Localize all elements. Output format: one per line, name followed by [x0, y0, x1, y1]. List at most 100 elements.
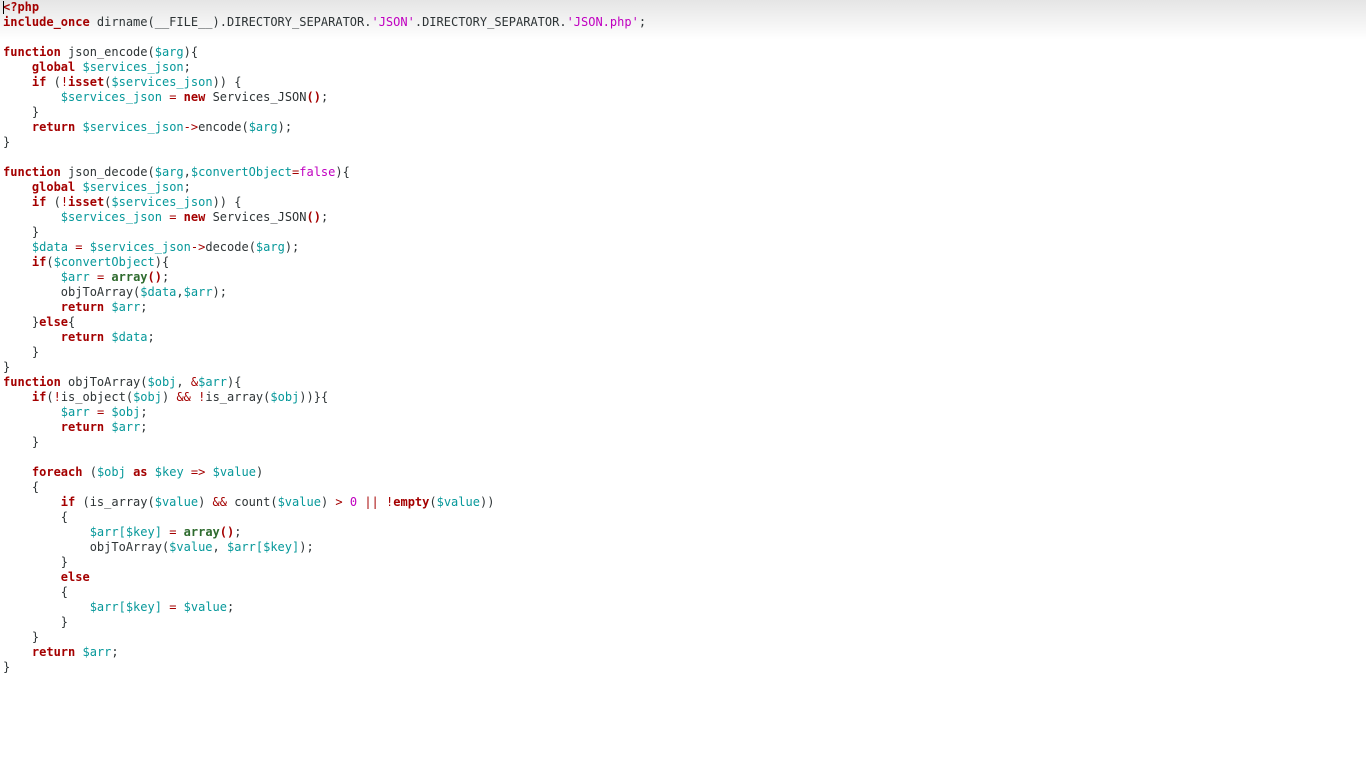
code-token-variable: $arr [111, 420, 141, 434]
code-line: { [3, 585, 646, 600]
code-line: $data = $services_json->decode($arg); [3, 240, 646, 255]
code-token-default [176, 600, 183, 614]
code-token-default: )) { [212, 75, 242, 89]
code-token-default: ( [46, 255, 54, 269]
code-token-variable: $value [277, 495, 321, 509]
code-line: return $arr; [3, 420, 646, 435]
code-token-variable: $obj [96, 465, 126, 479]
code-token-keyword: () [306, 90, 321, 104]
code-token-variable: $convertObject [53, 255, 155, 269]
code-token-keyword: function [3, 375, 61, 389]
code-token-variable: $arr [60, 270, 90, 284]
code-token-variable: $services_json [111, 75, 213, 89]
code-token-default [3, 525, 90, 539]
code-token-variable: $arr[$key] [89, 600, 162, 614]
code-token-keyword: new [183, 210, 206, 224]
code-token-keyword: function [3, 165, 61, 179]
code-token-variable: $arr [111, 300, 141, 314]
code-token-default [3, 75, 32, 89]
code-token-variable: $arr[$key] [89, 525, 162, 539]
code-line: global $services_json; [3, 60, 646, 75]
code-token-variable: $arg [154, 45, 184, 59]
code-token-variable: $services_json [111, 195, 213, 209]
code-token-default: } [3, 315, 40, 329]
code-token-default [3, 390, 32, 404]
code-token-default [343, 495, 350, 509]
code-token-variable: $data [140, 285, 177, 299]
code-token-operator: && [176, 390, 191, 404]
code-token-operator: -> [183, 120, 199, 134]
code-token-default: } [3, 105, 40, 119]
code-token-default [75, 60, 82, 74]
code-token-keyword: global [31, 60, 76, 74]
code-token-default: , [176, 375, 191, 389]
text-cursor [3, 1, 4, 14]
code-token-default: Services_JSON [205, 210, 307, 224]
code-token-operator: => [190, 465, 206, 479]
code-line: foreach ($obj as $key => $value) [3, 465, 646, 480]
code-token-default: ; [638, 15, 647, 29]
code-token-default [3, 465, 32, 479]
code-editor[interactable]: <?php include_once dirname(__FILE__).DIRE… [0, 0, 1366, 768]
code-text-area[interactable]: <?php include_once dirname(__FILE__).DIRE… [3, 0, 646, 675]
code-token-default: ) [198, 495, 213, 509]
code-token-variable: $obj [147, 375, 177, 389]
code-token-default: ) [255, 465, 264, 479]
code-token-default: ; [234, 525, 242, 539]
code-token-default: count( [227, 495, 278, 509]
code-line: $arr[$key] = $value; [3, 600, 646, 615]
code-token-boolean: false [299, 165, 336, 179]
code-token-operator: ! [60, 195, 69, 209]
code-token-variable: $arr [198, 375, 227, 389]
code-token-keyword: return [60, 330, 105, 344]
code-token-default: Services_JSON [205, 90, 307, 104]
code-token-default [176, 210, 183, 224]
code-token-default: (is_array( [75, 495, 155, 509]
code-token-keyword: else [60, 570, 90, 584]
code-line: include_once dirname(__FILE__).DIRECTORY… [3, 15, 646, 30]
code-token-default: is_array( [205, 390, 271, 404]
code-token-builtin: array [183, 525, 220, 539]
code-token-variable: $obj [133, 390, 162, 404]
code-token-keyword: isset [68, 195, 105, 209]
code-token-default [83, 240, 90, 254]
code-token-default [3, 210, 61, 224]
code-token-operator: || [364, 495, 379, 509]
code-token-keyword: () [306, 210, 321, 224]
code-token-default: is_object( [60, 390, 134, 404]
code-line: $arr = array(); [3, 270, 646, 285]
code-token-default: } [3, 615, 69, 629]
code-token-variable: $obj [111, 405, 141, 419]
code-token-default: ); [277, 120, 293, 134]
code-token-default: ( [46, 75, 61, 89]
code-line: } [3, 555, 646, 570]
code-token-default: { [3, 480, 40, 494]
code-token-variable: $arg [255, 240, 285, 254]
code-token-default [3, 300, 61, 314]
code-token-default: ; [183, 60, 191, 74]
code-line: } [3, 105, 646, 120]
code-token-default: ( [82, 465, 97, 479]
code-line: return $arr; [3, 300, 646, 315]
code-token-variable: $services_json [60, 90, 162, 104]
code-token-operator: ! [53, 390, 61, 404]
code-token-keyword: return [60, 420, 105, 434]
code-token-keyword: isset [68, 75, 105, 89]
code-token-default: { [68, 315, 76, 329]
code-token-default [3, 570, 61, 584]
code-token-operator: ! [60, 75, 69, 89]
code-token-default [3, 60, 32, 74]
code-token-default: { [3, 510, 69, 524]
code-line: else [3, 570, 646, 585]
code-token-default: ){ [227, 375, 242, 389]
code-token-default: } [3, 225, 40, 239]
code-line: } [3, 435, 646, 450]
code-token-default: objToArray( [3, 540, 170, 554]
code-token-default [90, 405, 97, 419]
code-token-variable: $obj [270, 390, 300, 404]
code-token-string: 'JSON' [371, 15, 415, 29]
code-line: return $services_json->encode($arg); [3, 120, 646, 135]
code-token-variable: $key [154, 465, 184, 479]
code-line: return $data; [3, 330, 646, 345]
